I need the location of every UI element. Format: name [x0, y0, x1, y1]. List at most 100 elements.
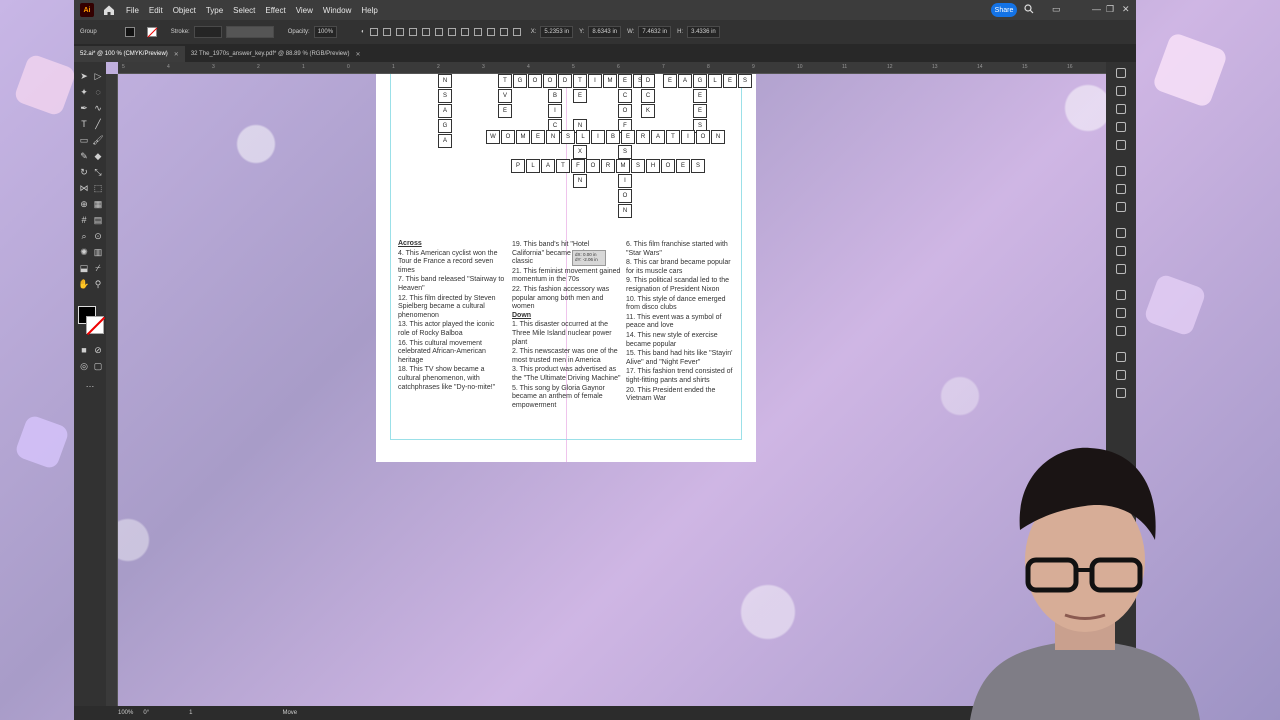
menu-view[interactable]: View: [296, 6, 313, 15]
w-field[interactable]: 7.4632 in: [638, 26, 672, 38]
rotation-value[interactable]: 0°: [143, 710, 149, 716]
perspective-icon[interactable]: ▦: [92, 198, 104, 210]
maximize-icon[interactable]: ❐: [1106, 4, 1114, 15]
color-mode-icon[interactable]: ■: [78, 344, 90, 356]
screen-mode-icon[interactable]: ▢: [92, 360, 104, 372]
align-icon[interactable]: [421, 28, 430, 36]
draw-mode-icon[interactable]: ◎: [78, 360, 90, 372]
home-icon[interactable]: [102, 3, 116, 17]
rectangle-tool-icon[interactable]: ▭: [78, 134, 90, 146]
menu-window[interactable]: Window: [323, 6, 351, 15]
curvature-icon[interactable]: ∿: [92, 102, 104, 114]
zoom-tool-icon[interactable]: ⚲: [92, 278, 104, 290]
transparency-icon[interactable]: [1116, 264, 1126, 274]
x-field[interactable]: 5.2353 in: [540, 26, 574, 38]
align-icon[interactable]: [382, 28, 391, 36]
selection-tool-icon[interactable]: ➤: [78, 70, 90, 82]
tab-document-52[interactable]: 52.ai* @ 100 % (CMYK/Preview) ✕: [74, 46, 185, 62]
paintbrush-icon[interactable]: 🖌: [92, 134, 104, 146]
pen-tool-icon[interactable]: ✒: [78, 102, 90, 114]
graph-icon[interactable]: ▥: [92, 246, 104, 258]
align-icon[interactable]: [460, 28, 469, 36]
eraser-icon[interactable]: ◆: [92, 150, 104, 162]
menu-object[interactable]: Object: [173, 6, 196, 15]
vertical-ruler[interactable]: [106, 74, 118, 706]
align-icon[interactable]: [512, 28, 521, 36]
properties-icon[interactable]: [1116, 68, 1126, 78]
menu-file[interactable]: File: [126, 6, 139, 15]
h-field[interactable]: 3.4336 in: [687, 26, 720, 38]
tab-answer-key[interactable]: 32 The_1970s_answer_key.pdf* @ 88.89 % (…: [185, 46, 367, 62]
stroke-swatch[interactable]: [146, 27, 157, 37]
symbols-icon[interactable]: [1116, 202, 1126, 212]
swatches-icon[interactable]: [1116, 166, 1126, 176]
rotate-icon[interactable]: ↻: [78, 166, 90, 178]
opacity-field[interactable]: 100%: [313, 26, 338, 38]
align-icon[interactable]: [486, 28, 495, 36]
transform-panel-icon[interactable]: [1116, 326, 1126, 336]
menu-help[interactable]: Help: [361, 6, 377, 15]
layers-icon[interactable]: [1116, 122, 1126, 132]
zoom-level[interactable]: 100%: [118, 710, 133, 716]
gradient-icon[interactable]: ▤: [92, 214, 104, 226]
align-icon[interactable]: [473, 28, 482, 36]
libraries-icon[interactable]: [1116, 86, 1126, 96]
align-icon[interactable]: [408, 28, 417, 36]
align-icon[interactable]: [499, 28, 508, 36]
recolor-icon[interactable]: ◐: [361, 29, 365, 35]
stroke-panel-icon[interactable]: [1116, 228, 1126, 238]
line-tool-icon[interactable]: ╱: [92, 118, 104, 130]
type-tool-icon[interactable]: T: [78, 118, 90, 130]
share-button[interactable]: Share: [991, 3, 1017, 17]
shaper-icon[interactable]: ✎: [78, 150, 90, 162]
menu-effect[interactable]: Effect: [265, 6, 285, 15]
magic-wand-icon[interactable]: ✦: [78, 86, 90, 98]
hand-tool-icon[interactable]: ✋: [78, 278, 90, 290]
align-icon[interactable]: [447, 28, 456, 36]
direct-selection-tool-icon[interactable]: ▷: [92, 70, 104, 82]
align-icon[interactable]: [395, 28, 404, 36]
artboard-icon[interactable]: ⬓: [78, 262, 90, 274]
align-icon[interactable]: [369, 28, 378, 36]
brushes-icon[interactable]: [1116, 184, 1126, 194]
free-transform-icon[interactable]: ⬚: [92, 182, 104, 194]
align-panel-icon[interactable]: [1116, 290, 1126, 300]
fill-swatch[interactable]: [124, 27, 135, 37]
pathfinder-icon[interactable]: [1116, 308, 1126, 318]
menu-type[interactable]: Type: [206, 6, 223, 15]
close-icon[interactable]: ✕: [174, 51, 179, 58]
color-panel-icon[interactable]: [1116, 352, 1126, 362]
gradient-panel-icon[interactable]: [1116, 246, 1126, 256]
stroke-color-box[interactable]: [86, 316, 104, 334]
mesh-icon[interactable]: #: [78, 214, 90, 226]
width-tool-icon[interactable]: ⋈: [78, 182, 90, 194]
y-field[interactable]: 8.6343 in: [588, 26, 622, 38]
close-icon[interactable]: ✕: [1122, 4, 1130, 15]
symbol-sprayer-icon[interactable]: ✺: [78, 246, 90, 258]
artboard-crossword[interactable]: NSAGATVEGOODTIMESBICENCOFDCKEAGLESEESWOM…: [376, 74, 756, 462]
appearance-icon[interactable]: [1116, 370, 1126, 380]
slice-icon[interactable]: ⌿: [92, 262, 104, 274]
menu-edit[interactable]: Edit: [149, 6, 163, 15]
none-color-icon[interactable]: ⊘: [92, 344, 104, 356]
menu-select[interactable]: Select: [233, 6, 255, 15]
more-tools-icon[interactable]: …: [84, 378, 96, 390]
search-icon[interactable]: [1024, 4, 1034, 14]
stroke-weight-field[interactable]: [193, 26, 222, 38]
minimize-icon[interactable]: —: [1092, 4, 1101, 14]
adjust-icon[interactable]: [1116, 104, 1126, 114]
variable-width-profile[interactable]: [225, 26, 274, 38]
close-icon[interactable]: ✕: [355, 51, 360, 58]
shape-builder-icon[interactable]: ⊕: [78, 198, 90, 210]
graphic-styles-icon[interactable]: [1116, 388, 1126, 398]
canvas-area[interactable]: NSAGATVEGOODTIMESBICENCOFDCKEAGLESEESWOM…: [118, 74, 1106, 706]
arrange-icon[interactable]: ▭: [1052, 4, 1061, 15]
lasso-icon[interactable]: ◌: [92, 86, 104, 98]
artboards-icon[interactable]: [1116, 140, 1126, 150]
artboard-number[interactable]: 1: [189, 710, 192, 716]
scale-icon[interactable]: ⤡: [92, 166, 104, 178]
blend-icon[interactable]: ⊙: [92, 230, 104, 242]
align-icon[interactable]: [434, 28, 443, 36]
horizontal-ruler[interactable]: 5 4 3 2 1 0 1 2 3 4 5 6 7 8 9 10 11 12 13 14 15 16: [118, 62, 1106, 74]
eyedropper-icon[interactable]: ⌕: [78, 230, 90, 242]
